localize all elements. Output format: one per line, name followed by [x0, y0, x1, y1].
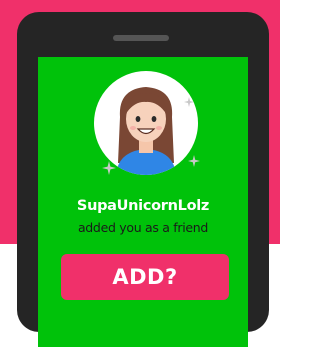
phone-screen: SupaUnicornLolz added you as a friend AD…: [38, 57, 248, 347]
avatar: [94, 71, 198, 175]
add-friend-button[interactable]: ADD?: [61, 254, 229, 300]
sparkle-icon: [102, 161, 116, 175]
sparkle-icon: [184, 97, 194, 107]
username: SupaUnicornLolz: [76, 198, 210, 214]
notification-message: added you as a friend: [77, 220, 209, 235]
sparkle-icon: [188, 155, 200, 167]
phone-frame: SupaUnicornLolz added you as a friend AD…: [17, 12, 269, 347]
girl-avatar-icon: [116, 87, 176, 175]
phone-speaker: [113, 35, 169, 41]
